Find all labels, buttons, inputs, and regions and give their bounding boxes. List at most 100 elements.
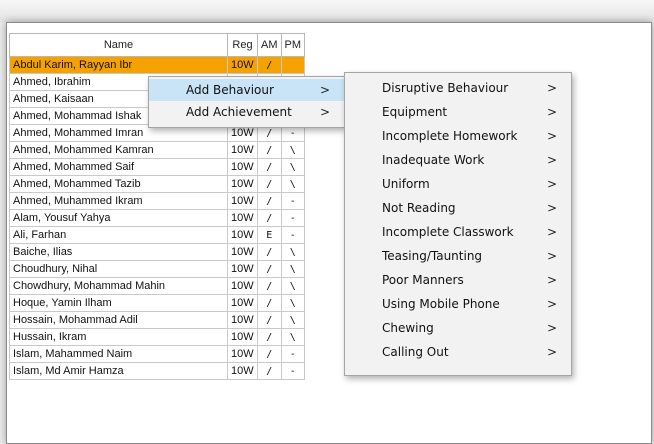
- cell-name: Alam, Yousuf Yahya: [9, 209, 228, 227]
- table-row[interactable]: Abdul Karim, Rayyan Ibr 10W /: [9, 56, 305, 74]
- cell-name: Chowdhury, Mohammad Mahin: [9, 277, 228, 295]
- cell-name: Abdul Karim, Rayyan Ibr: [9, 56, 228, 74]
- column-header-reg[interactable]: Reg: [227, 33, 258, 57]
- menu-item-label: Disruptive Behaviour: [382, 81, 509, 95]
- cell-name: Ahmed, Mohammed Kamran: [9, 141, 228, 159]
- cell-name: Ahmed, Muhammed Ikram: [9, 192, 228, 210]
- table-row[interactable]: Ahmed, Mohammed Tazib 10W / \: [9, 175, 305, 193]
- table-row[interactable]: Chowdhury, Mohammad Mahin 10W / \: [9, 277, 305, 295]
- menu-item-incomplete-classwork[interactable]: Incomplete Classwork >: [345, 220, 571, 244]
- cell-am: /: [257, 362, 282, 380]
- menu-item-label: Teasing/Taunting: [382, 249, 483, 263]
- table-row[interactable]: Ahmed, Mohammed Kamran 10W / \: [9, 141, 305, 159]
- cell-pm: -: [280, 209, 305, 227]
- menu-item-label: Add Behaviour: [186, 83, 274, 97]
- cell-reg: 10W: [227, 226, 258, 244]
- cell-am: E: [257, 226, 282, 244]
- menu-item-disruptive-behaviour[interactable]: Disruptive Behaviour >: [345, 76, 571, 100]
- menu-item-uniform[interactable]: Uniform >: [345, 172, 571, 196]
- table-row[interactable]: Ahmed, Mohammed Saif 10W / \: [9, 158, 305, 176]
- cell-reg: 10W: [227, 277, 258, 295]
- table-row[interactable]: Hussain, Ikram 10W / \: [9, 328, 305, 346]
- cell-pm: \: [280, 158, 305, 176]
- cell-name: Baiche, Ilias: [9, 243, 228, 261]
- menu-item-label: Chewing: [382, 321, 434, 335]
- table-row[interactable]: Hoque, Yamin Ilham 10W / \: [9, 294, 305, 312]
- menu-item-add-achievement[interactable]: Add Achievement >: [149, 101, 344, 123]
- cell-pm: \: [280, 260, 305, 278]
- cell-pm: -: [280, 192, 305, 210]
- chevron-right-icon: >: [319, 105, 330, 119]
- menu-item-label: Using Mobile Phone: [382, 297, 500, 311]
- menu-item-using-mobile-phone[interactable]: Using Mobile Phone >: [345, 292, 571, 316]
- menu-item-equipment[interactable]: Equipment >: [345, 100, 571, 124]
- cell-pm: -: [280, 226, 305, 244]
- table-row[interactable]: Islam, Mahammed Naim 10W / -: [9, 345, 305, 363]
- cell-reg: 10W: [227, 260, 258, 278]
- cell-pm: \: [280, 294, 305, 312]
- table-row[interactable]: Choudhury, Nihal 10W / \: [9, 260, 305, 278]
- chevron-right-icon: >: [546, 345, 557, 359]
- cell-pm: -: [280, 345, 305, 363]
- cell-am: /: [257, 192, 282, 210]
- menu-item-calling-out[interactable]: Calling Out >: [345, 340, 571, 364]
- cell-reg: 10W: [227, 294, 258, 312]
- cell-name: Ahmed, Mohammed Tazib: [9, 175, 228, 193]
- cell-name: Hossain, Mohammad Adil: [9, 311, 228, 329]
- cell-am: /: [257, 260, 282, 278]
- cell-reg: 10W: [227, 192, 258, 210]
- chevron-right-icon: >: [546, 321, 557, 335]
- chevron-right-icon: >: [546, 105, 557, 119]
- chevron-right-icon: >: [546, 201, 557, 215]
- cell-pm: \: [280, 243, 305, 261]
- cell-reg: 10W: [227, 175, 258, 193]
- cell-name: Choudhury, Nihal: [9, 260, 228, 278]
- cell-am: /: [257, 311, 282, 329]
- cell-am: /: [257, 158, 282, 176]
- column-header-am[interactable]: AM: [257, 33, 282, 57]
- cell-reg: 10W: [227, 362, 258, 380]
- table-header-row: Name Reg AM PM: [9, 33, 305, 57]
- menu-item-label: Equipment: [382, 105, 448, 119]
- table-row[interactable]: Ali, Farhan 10W E -: [9, 226, 305, 244]
- table-row[interactable]: Baiche, Ilias 10W / \: [9, 243, 305, 261]
- cell-am: /: [257, 141, 282, 159]
- context-menu: Add Behaviour > Add Achievement >: [148, 76, 345, 128]
- menu-item-label: Inadequate Work: [382, 153, 485, 167]
- menu-item-label: Incomplete Classwork: [382, 225, 514, 239]
- table-row[interactable]: Ahmed, Muhammed Ikram 10W / -: [9, 192, 305, 210]
- cell-am: /: [257, 277, 282, 295]
- table-row[interactable]: Alam, Yousuf Yahya 10W / -: [9, 209, 305, 227]
- chevron-right-icon: >: [319, 83, 330, 97]
- menu-item-label: Uniform: [382, 177, 430, 191]
- menu-item-inadequate-work[interactable]: Inadequate Work >: [345, 148, 571, 172]
- cell-pm: -: [280, 362, 305, 380]
- cell-reg: 10W: [227, 56, 258, 74]
- menu-item-add-behaviour[interactable]: Add Behaviour >: [149, 79, 344, 101]
- cell-pm: [280, 56, 305, 74]
- cell-name: Islam, Mahammed Naim: [9, 345, 228, 363]
- menu-item-teasing-taunting[interactable]: Teasing/Taunting >: [345, 244, 571, 268]
- behaviour-submenu: Disruptive Behaviour > Equipment > Incomplet…: [344, 72, 572, 376]
- cell-reg: 10W: [227, 311, 258, 329]
- menu-item-poor-manners[interactable]: Poor Manners >: [345, 268, 571, 292]
- menu-item-label: Poor Manners: [382, 273, 464, 287]
- chevron-right-icon: >: [546, 153, 557, 167]
- table-row[interactable]: Hossain, Mohammad Adil 10W / \: [9, 311, 305, 329]
- menu-item-incomplete-homework[interactable]: Incomplete Homework >: [345, 124, 571, 148]
- menu-item-chewing[interactable]: Chewing >: [345, 316, 571, 340]
- table-row[interactable]: Islam, Md Amir Hamza 10W / -: [9, 362, 305, 380]
- menu-item-label: Not Reading: [382, 201, 456, 215]
- cell-pm: \: [280, 175, 305, 193]
- column-header-name[interactable]: Name: [9, 33, 228, 57]
- cell-reg: 10W: [227, 141, 258, 159]
- chevron-right-icon: >: [546, 297, 557, 311]
- cell-am: /: [257, 56, 282, 74]
- menu-item-not-reading[interactable]: Not Reading >: [345, 196, 571, 220]
- cell-am: /: [257, 243, 282, 261]
- column-header-pm[interactable]: PM: [280, 33, 305, 57]
- cell-reg: 10W: [227, 209, 258, 227]
- menu-item-label: Incomplete Homework: [382, 129, 518, 143]
- cell-name: Ali, Farhan: [9, 226, 228, 244]
- cell-reg: 10W: [227, 345, 258, 363]
